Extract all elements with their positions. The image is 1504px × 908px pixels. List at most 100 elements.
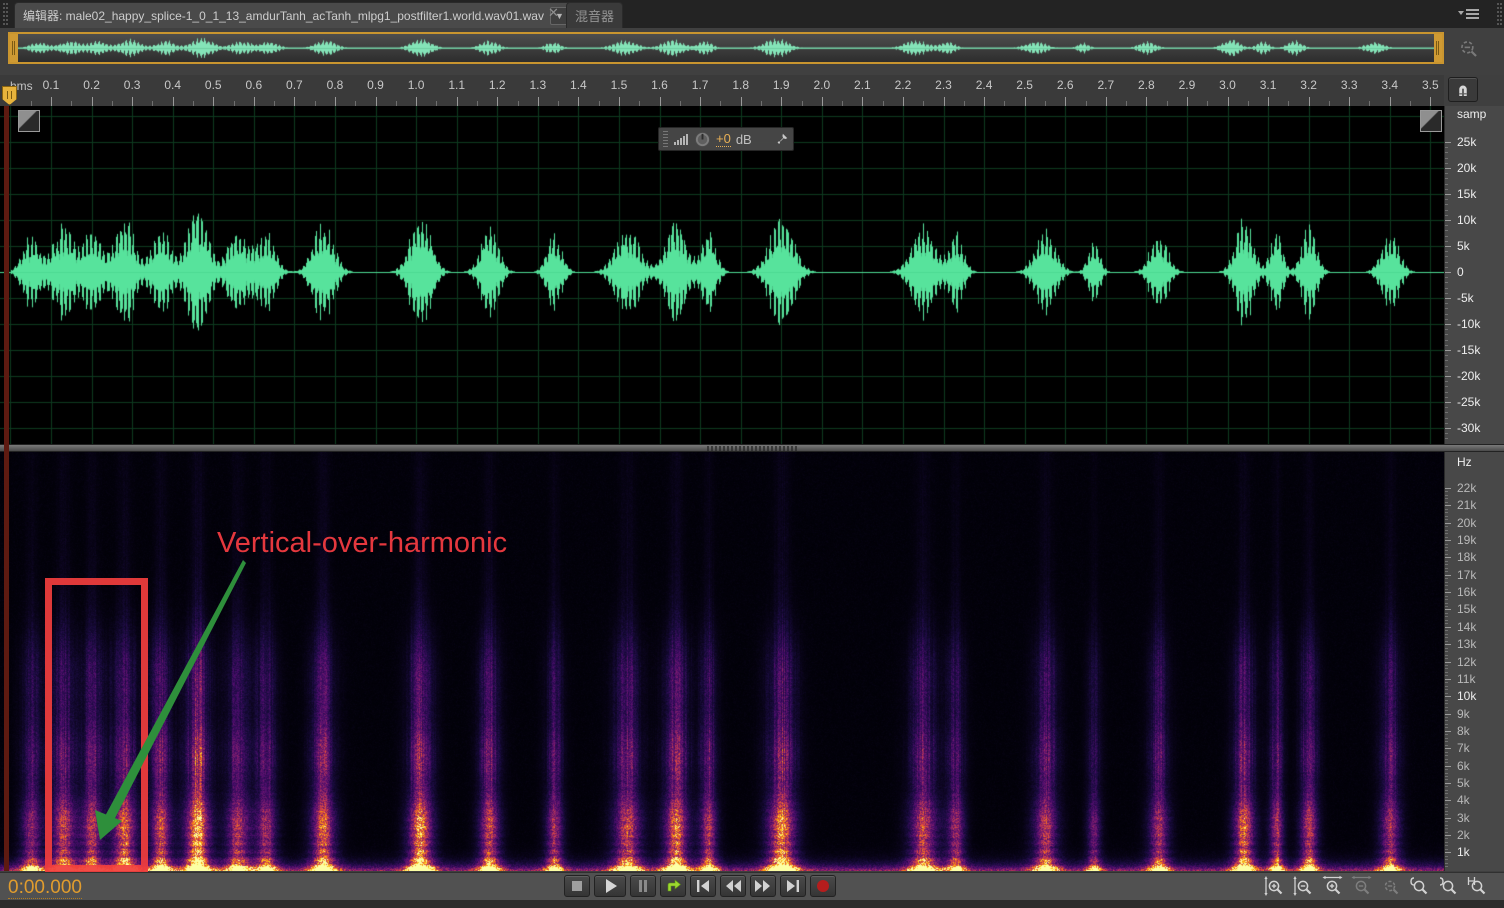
tab-close-icon[interactable]: ✕ (548, 6, 559, 19)
pin-icon[interactable] (775, 132, 789, 146)
transport-controls (564, 875, 836, 897)
ruler-label: 2.3 (935, 78, 952, 92)
transport-fast-forward-button[interactable] (750, 875, 776, 897)
ruler-tick (619, 97, 620, 106)
overview-waveform[interactable] (18, 34, 1434, 62)
panel-drag-grip-right[interactable] (1496, 3, 1504, 25)
spectrogram-panel[interactable] (0, 452, 1444, 871)
frequency-tick (1445, 696, 1451, 697)
hud-drag-grip[interactable] (663, 131, 668, 147)
transport-play-button[interactable] (594, 875, 626, 897)
time-display[interactable]: 0:00.000 (8, 877, 82, 899)
ruler-tick (741, 97, 742, 106)
zoom-in-selection-right-button[interactable] (1436, 875, 1461, 897)
gain-value[interactable]: +0 (716, 132, 731, 147)
tab-mixer[interactable]: 混音器 (566, 2, 623, 28)
zoom-in-vertical-button[interactable] (1262, 875, 1287, 897)
zoom-out-horizontal-button[interactable] (1349, 875, 1374, 897)
ruler-tick (416, 97, 417, 106)
frequency-tick (1445, 488, 1451, 489)
frequency-label: 16k (1457, 585, 1476, 599)
zoom-in-horizontal-button[interactable] (1320, 875, 1345, 897)
range-handle-right[interactable] (1434, 34, 1442, 62)
zoom-toolbar (1262, 875, 1490, 897)
frequency-tick (1445, 627, 1451, 628)
ruler-label: 0.4 (164, 78, 181, 92)
frequency-label: 15k (1457, 602, 1476, 616)
amplitude-label: 25k (1457, 135, 1476, 149)
gain-knob-icon[interactable] (694, 131, 711, 148)
ruler-label: 1.9 (773, 78, 790, 92)
gain-hud[interactable]: +0 dB (658, 127, 794, 151)
panel-menu-icon[interactable] (1458, 7, 1480, 26)
frequency-tick (1445, 662, 1451, 663)
frequency-label: 17k (1457, 568, 1476, 582)
range-handle-left[interactable] (10, 34, 18, 62)
zoom-out-vertical-button[interactable] (1291, 875, 1316, 897)
ruler-label: 2.7 (1097, 78, 1114, 92)
playhead-line[interactable] (4, 106, 9, 871)
frequency-tick (1445, 609, 1451, 610)
corner-grip-top-right[interactable] (1420, 110, 1442, 132)
transport-go-to-start-button[interactable] (690, 875, 716, 897)
annotation-rectangle (45, 578, 148, 872)
ruler-label: 2.4 (976, 78, 993, 92)
amplitude-tick (1445, 272, 1451, 273)
transport-go-to-end-button[interactable] (780, 875, 806, 897)
frequency-tick (1445, 748, 1451, 749)
audio-editor-window: 编辑器: male02_happy_splice-1_0_1_13_amdurT… (0, 0, 1504, 908)
ruler-label: 0.2 (83, 78, 100, 92)
zoom-to-selection-button[interactable] (1465, 875, 1490, 897)
frequency-label: 22k (1457, 481, 1476, 495)
frequency-tick (1445, 835, 1451, 836)
frequency-scale[interactable]: Hz 22k21k20k19k18k17k16k15k14k13k12k11k1… (1444, 452, 1504, 871)
timeline-ruler[interactable]: hms 0.10.20.30.40.50.60.70.80.91.01.11.2… (0, 75, 1444, 107)
ruler-tick (254, 97, 255, 106)
corner-grip-top-left[interactable] (18, 110, 40, 132)
transport-stop-button[interactable] (564, 875, 590, 897)
ruler-tick (497, 97, 498, 106)
splitter-grip[interactable] (707, 446, 797, 451)
snap-button[interactable] (1448, 77, 1478, 102)
ruler-tick (903, 97, 904, 106)
frequency-label: 10k (1457, 689, 1476, 703)
amplitude-tick (1445, 298, 1451, 299)
ruler-label: 2.6 (1057, 78, 1074, 92)
zoom-in-selection-left-button[interactable] (1407, 875, 1432, 897)
ruler-tick (781, 97, 782, 106)
ruler-label: 1.2 (489, 78, 506, 92)
overview-strip (0, 28, 1504, 75)
transport-record-button[interactable] (810, 875, 836, 897)
overview-range-selector[interactable] (8, 32, 1444, 64)
tab-editor[interactable]: 编辑器: male02_happy_splice-1_0_1_13_amdurT… (14, 2, 578, 28)
waveform-panel[interactable] (0, 106, 1444, 444)
transport-loop-button[interactable] (660, 875, 686, 897)
ruler-tick (1309, 97, 1310, 106)
panel-splitter[interactable] (0, 444, 1504, 452)
frequency-label: 18k (1457, 550, 1476, 564)
panel-drag-grip-left[interactable] (2, 3, 10, 25)
frequency-tick (1445, 523, 1451, 524)
frequency-label: 14k (1457, 620, 1476, 634)
ruler-label: 3.4 (1381, 78, 1398, 92)
amplitude-scale[interactable]: samp 25k20k15k10k5k0-5k-10k-15k-20k-25k-… (1444, 106, 1504, 444)
ruler-label: 3.5 (1422, 78, 1439, 92)
ruler-tick (1228, 97, 1229, 106)
overview-zoom-out-icon (1456, 36, 1482, 67)
zoom-full-reset-button[interactable] (1378, 875, 1403, 897)
transport-rewind-button[interactable] (720, 875, 746, 897)
ruler-tick (1146, 97, 1147, 106)
frequency-label: 3k (1457, 811, 1470, 825)
frequency-unit-label: Hz (1457, 455, 1472, 469)
amplitude-tick (1445, 402, 1451, 403)
amplitude-label: 10k (1457, 213, 1476, 227)
transport-pause-button[interactable] (630, 875, 656, 897)
ruler-label: 0.9 (367, 78, 384, 92)
ruler-label: 3.3 (1341, 78, 1358, 92)
ruler-label: 0.1 (43, 78, 60, 92)
ruler-label: 2.5 (1016, 78, 1033, 92)
window-bottom-edge (0, 900, 1504, 908)
ruler-label: 2.9 (1179, 78, 1196, 92)
tab-mixer-label: 混音器 (575, 6, 614, 25)
frequency-tick (1445, 557, 1451, 558)
